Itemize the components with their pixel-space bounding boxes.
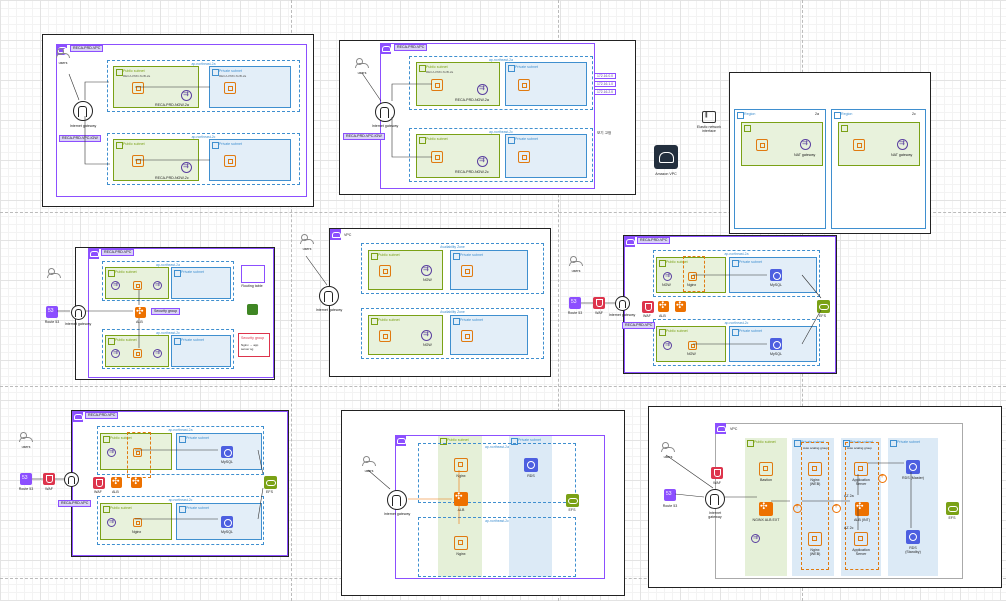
conn-users-igw <box>68 73 80 101</box>
conn-igw-pub-c <box>84 116 110 165</box>
conn-users-igw-5 <box>305 255 328 286</box>
conn-efs-6a <box>801 274 822 299</box>
conn-users-igw-b <box>361 72 382 102</box>
conn-efs-7a <box>257 449 264 475</box>
conn-efs-7c <box>257 487 264 520</box>
conn-igw-pub-b1 <box>391 83 432 101</box>
conn-users-igw-9 <box>665 454 714 489</box>
connector-lines <box>32 72 912 530</box>
conn-igw-pub-b2 <box>391 117 432 158</box>
conn-igw-pub-a <box>84 81 109 100</box>
conn-r53-igw-9 <box>674 493 705 498</box>
conn-efs-6b <box>801 309 822 345</box>
conn-users-igw-8 <box>367 469 391 490</box>
